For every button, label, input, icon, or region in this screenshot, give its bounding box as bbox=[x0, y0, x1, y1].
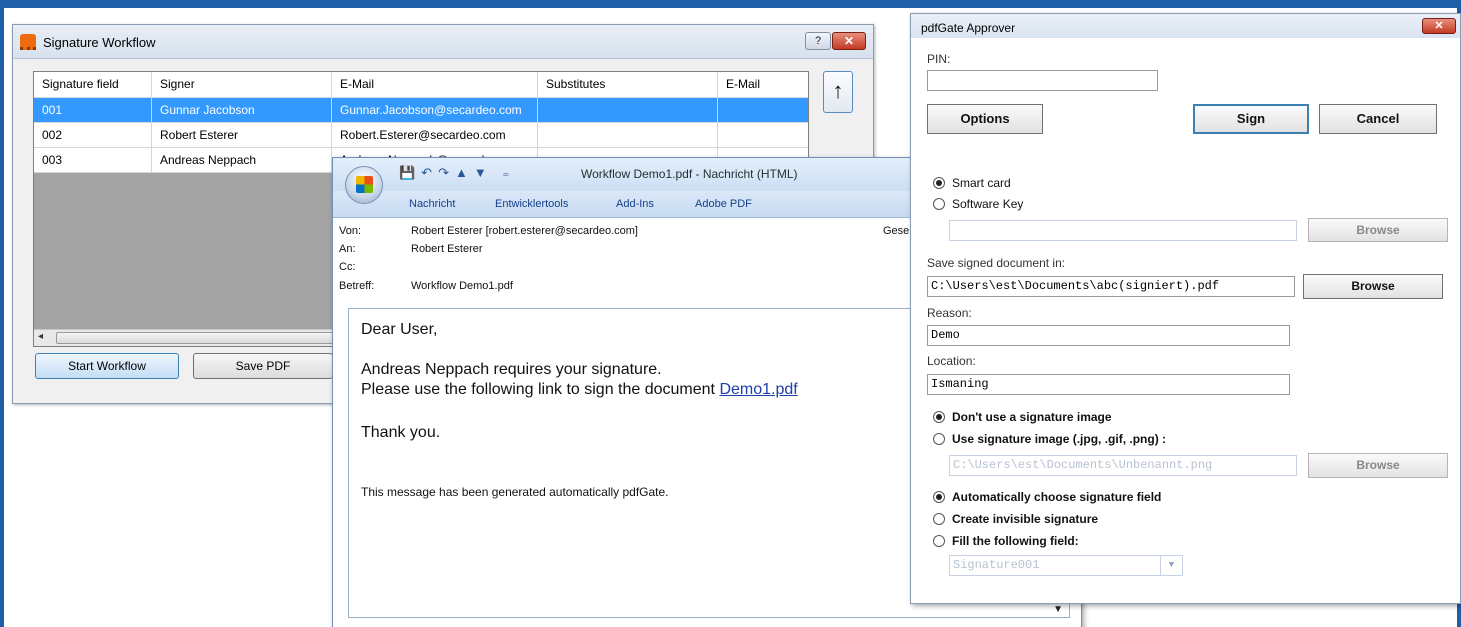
column-header-signer[interactable]: Signer bbox=[152, 72, 332, 97]
body-line-1: Andreas Neppach requires your signature. bbox=[361, 361, 662, 378]
radio-selected-icon bbox=[933, 177, 945, 189]
body-line-2-text: Please use the following link to sign th… bbox=[361, 381, 720, 398]
column-header-substitutes[interactable]: Substitutes bbox=[538, 72, 718, 97]
cancel-button[interactable]: Cancel bbox=[1319, 104, 1437, 134]
body-greeting: Dear User, bbox=[361, 321, 438, 338]
desktop-top-band bbox=[4, 0, 1461, 8]
radio-selected-icon bbox=[933, 491, 945, 503]
sent-label-cut: Gese bbox=[883, 225, 910, 237]
radio-software-key[interactable]: Software Key bbox=[933, 197, 1023, 211]
approver-title: pdfGate Approver bbox=[921, 21, 1016, 35]
radio-auto-choose-field[interactable]: Automatically choose signature field bbox=[933, 490, 1161, 504]
cell-signature-field: 001 bbox=[34, 98, 152, 122]
radio-smart-card[interactable]: Smart card bbox=[933, 176, 1011, 190]
scroll-down-icon[interactable]: ▼ bbox=[1053, 604, 1063, 615]
invisible-label: Create invisible signature bbox=[952, 512, 1099, 526]
location-label: Location: bbox=[927, 354, 976, 368]
pin-input[interactable] bbox=[927, 70, 1158, 91]
no-image-label: Don't use a signature image bbox=[952, 410, 1112, 424]
help-button[interactable]: ? bbox=[805, 32, 831, 50]
to-value: Robert Esterer bbox=[411, 243, 483, 255]
table-row[interactable]: 002 Robert Esterer Robert.Esterer@secard… bbox=[34, 123, 808, 148]
start-workflow-button[interactable]: Start Workflow bbox=[35, 353, 179, 379]
radio-unselected-icon bbox=[933, 198, 945, 210]
approver-titlebar[interactable]: pdfGate Approver ✕ bbox=[911, 14, 1460, 38]
signature-image-browse-button: Browse bbox=[1308, 453, 1448, 478]
cell-email: Gunnar.Jacobson@secardeo.com bbox=[332, 98, 538, 122]
software-key-browse-button: Browse bbox=[1308, 218, 1448, 242]
cell-substitute-email bbox=[718, 98, 808, 122]
pdfgate-app-icon bbox=[20, 34, 36, 50]
cell-substitutes bbox=[538, 123, 718, 147]
chevron-down-icon: ▼ bbox=[1160, 556, 1182, 575]
cell-substitutes bbox=[538, 98, 718, 122]
cell-substitute-email bbox=[718, 123, 808, 147]
signature-field-value: Signature001 bbox=[953, 558, 1040, 572]
radio-selected-icon bbox=[933, 411, 945, 423]
quick-access-toolbar[interactable]: 💾↶↷▲▼ ₌ bbox=[399, 165, 515, 181]
cc-label: Cc: bbox=[339, 261, 356, 273]
table-row[interactable]: 001 Gunnar Jacobson Gunnar.Jacobson@seca… bbox=[34, 98, 808, 123]
fill-field-label: Fill the following field: bbox=[952, 534, 1079, 548]
radio-use-signature-image[interactable]: Use signature image (.jpg, .gif, .png) : bbox=[933, 432, 1166, 446]
save-path-input[interactable]: C:\Users\est\Documents\abc(signiert).pdf bbox=[927, 276, 1295, 297]
table-header: Signature field Signer E-Mail Substitute… bbox=[34, 72, 808, 98]
subject-label: Betreff: bbox=[339, 280, 375, 292]
software-key-path-input bbox=[949, 220, 1297, 241]
auto-field-label: Automatically choose signature field bbox=[952, 490, 1162, 504]
signature-image-path-input: C:\Users\est\Documents\Unbenannt.png bbox=[949, 455, 1297, 476]
pdfgate-approver-window: pdfGate Approver ✕ PIN: Options Sign Can… bbox=[910, 13, 1461, 604]
column-header-substitute-email[interactable]: E-Mail bbox=[718, 72, 808, 97]
cell-signer: Gunnar Jacobson bbox=[152, 98, 332, 122]
column-header-email[interactable]: E-Mail bbox=[332, 72, 538, 97]
software-key-label: Software Key bbox=[952, 197, 1024, 211]
save-path-browse-button[interactable]: Browse bbox=[1303, 274, 1443, 299]
close-button[interactable]: ✕ bbox=[832, 32, 866, 50]
cell-signature-field: 002 bbox=[34, 123, 152, 147]
radio-unselected-icon bbox=[933, 433, 945, 445]
radio-invisible-signature[interactable]: Create invisible signature bbox=[933, 512, 1098, 526]
approver-close-button[interactable]: ✕ bbox=[1422, 18, 1456, 34]
save-pdf-button[interactable]: Save PDF bbox=[193, 353, 333, 379]
sign-button[interactable]: Sign bbox=[1193, 104, 1309, 134]
scroll-left-icon[interactable]: ◂ bbox=[38, 331, 43, 342]
column-header-signature-field[interactable]: Signature field bbox=[34, 72, 152, 97]
tab-entwicklertools[interactable]: Entwicklertools bbox=[495, 198, 568, 210]
to-label: An: bbox=[339, 243, 356, 255]
radio-fill-field[interactable]: Fill the following field: bbox=[933, 534, 1079, 548]
cell-signature-field: 003 bbox=[34, 148, 152, 172]
signature-field-select: Signature001 ▼ bbox=[949, 555, 1183, 576]
body-footer: This message has been generated automati… bbox=[361, 485, 669, 499]
from-label: Von: bbox=[339, 225, 362, 237]
scroll-thumb[interactable] bbox=[56, 332, 356, 344]
save-in-label: Save signed document in: bbox=[927, 256, 1066, 270]
subject-value: Workflow Demo1.pdf bbox=[411, 280, 513, 292]
mail-window-title: Workflow Demo1.pdf - Nachricht (HTML) bbox=[581, 167, 798, 181]
document-link[interactable]: Demo1.pdf bbox=[719, 381, 797, 398]
radio-unselected-icon bbox=[933, 535, 945, 547]
tab-add-ins[interactable]: Add-Ins bbox=[616, 198, 654, 210]
tab-adobe-pdf[interactable]: Adobe PDF bbox=[695, 198, 752, 210]
cell-email: Robert.Esterer@secardeo.com bbox=[332, 123, 538, 147]
reason-label: Reason: bbox=[927, 306, 972, 320]
use-image-label: Use signature image (.jpg, .gif, .png) : bbox=[952, 432, 1167, 446]
window-title: Signature Workflow bbox=[43, 35, 156, 50]
radio-no-signature-image[interactable]: Don't use a signature image bbox=[933, 410, 1112, 424]
signature-workflow-titlebar[interactable]: Signature Workflow ? ✕ bbox=[13, 25, 873, 59]
options-button[interactable]: Options bbox=[927, 104, 1043, 134]
from-value: Robert Esterer [robert.esterer@secardeo.… bbox=[411, 225, 638, 237]
body-line-2: Please use the following link to sign th… bbox=[361, 381, 798, 399]
cell-signer: Andreas Neppach bbox=[152, 148, 332, 172]
office-button[interactable] bbox=[345, 166, 383, 204]
tab-nachricht[interactable]: Nachricht bbox=[409, 198, 455, 210]
location-input[interactable]: Ismaning bbox=[927, 374, 1290, 395]
move-up-button[interactable]: ↑ bbox=[823, 71, 853, 113]
smart-card-label: Smart card bbox=[952, 176, 1011, 190]
pin-label: PIN: bbox=[927, 52, 951, 66]
cell-signer: Robert Esterer bbox=[152, 123, 332, 147]
reason-input[interactable]: Demo bbox=[927, 325, 1290, 346]
radio-unselected-icon bbox=[933, 513, 945, 525]
body-thanks: Thank you. bbox=[361, 424, 441, 441]
office-logo-icon bbox=[356, 176, 373, 193]
